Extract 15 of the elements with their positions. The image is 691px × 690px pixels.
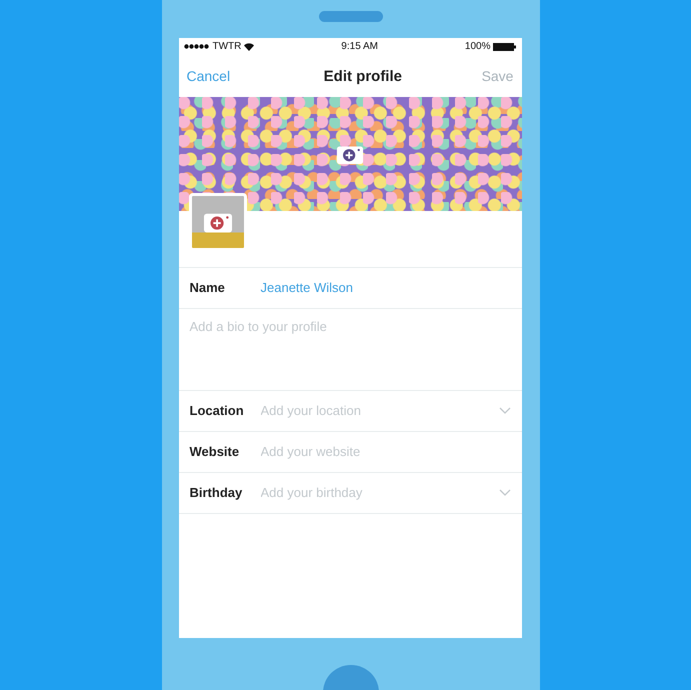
screen-title: Edit profile — [324, 68, 402, 85]
cancel-button[interactable]: Cancel — [186, 68, 230, 84]
avatar-placeholder[interactable] — [188, 192, 246, 251]
status-time: 9:15 AM — [341, 41, 378, 52]
field-label: Website — [190, 444, 240, 460]
wifi-icon — [244, 42, 254, 51]
battery-percent: 100% — [464, 41, 490, 52]
field-label: Birthday — [190, 485, 244, 500]
battery-icon — [493, 42, 516, 51]
signal-dots-icon — [184, 44, 210, 50]
phone-speaker — [318, 11, 382, 22]
field-label: Location — [190, 403, 245, 418]
field-label: Name — [190, 280, 226, 296]
carrier-name: TWTR — [212, 41, 242, 52]
name-value[interactable]: Jeanette Wilson — [260, 280, 353, 296]
